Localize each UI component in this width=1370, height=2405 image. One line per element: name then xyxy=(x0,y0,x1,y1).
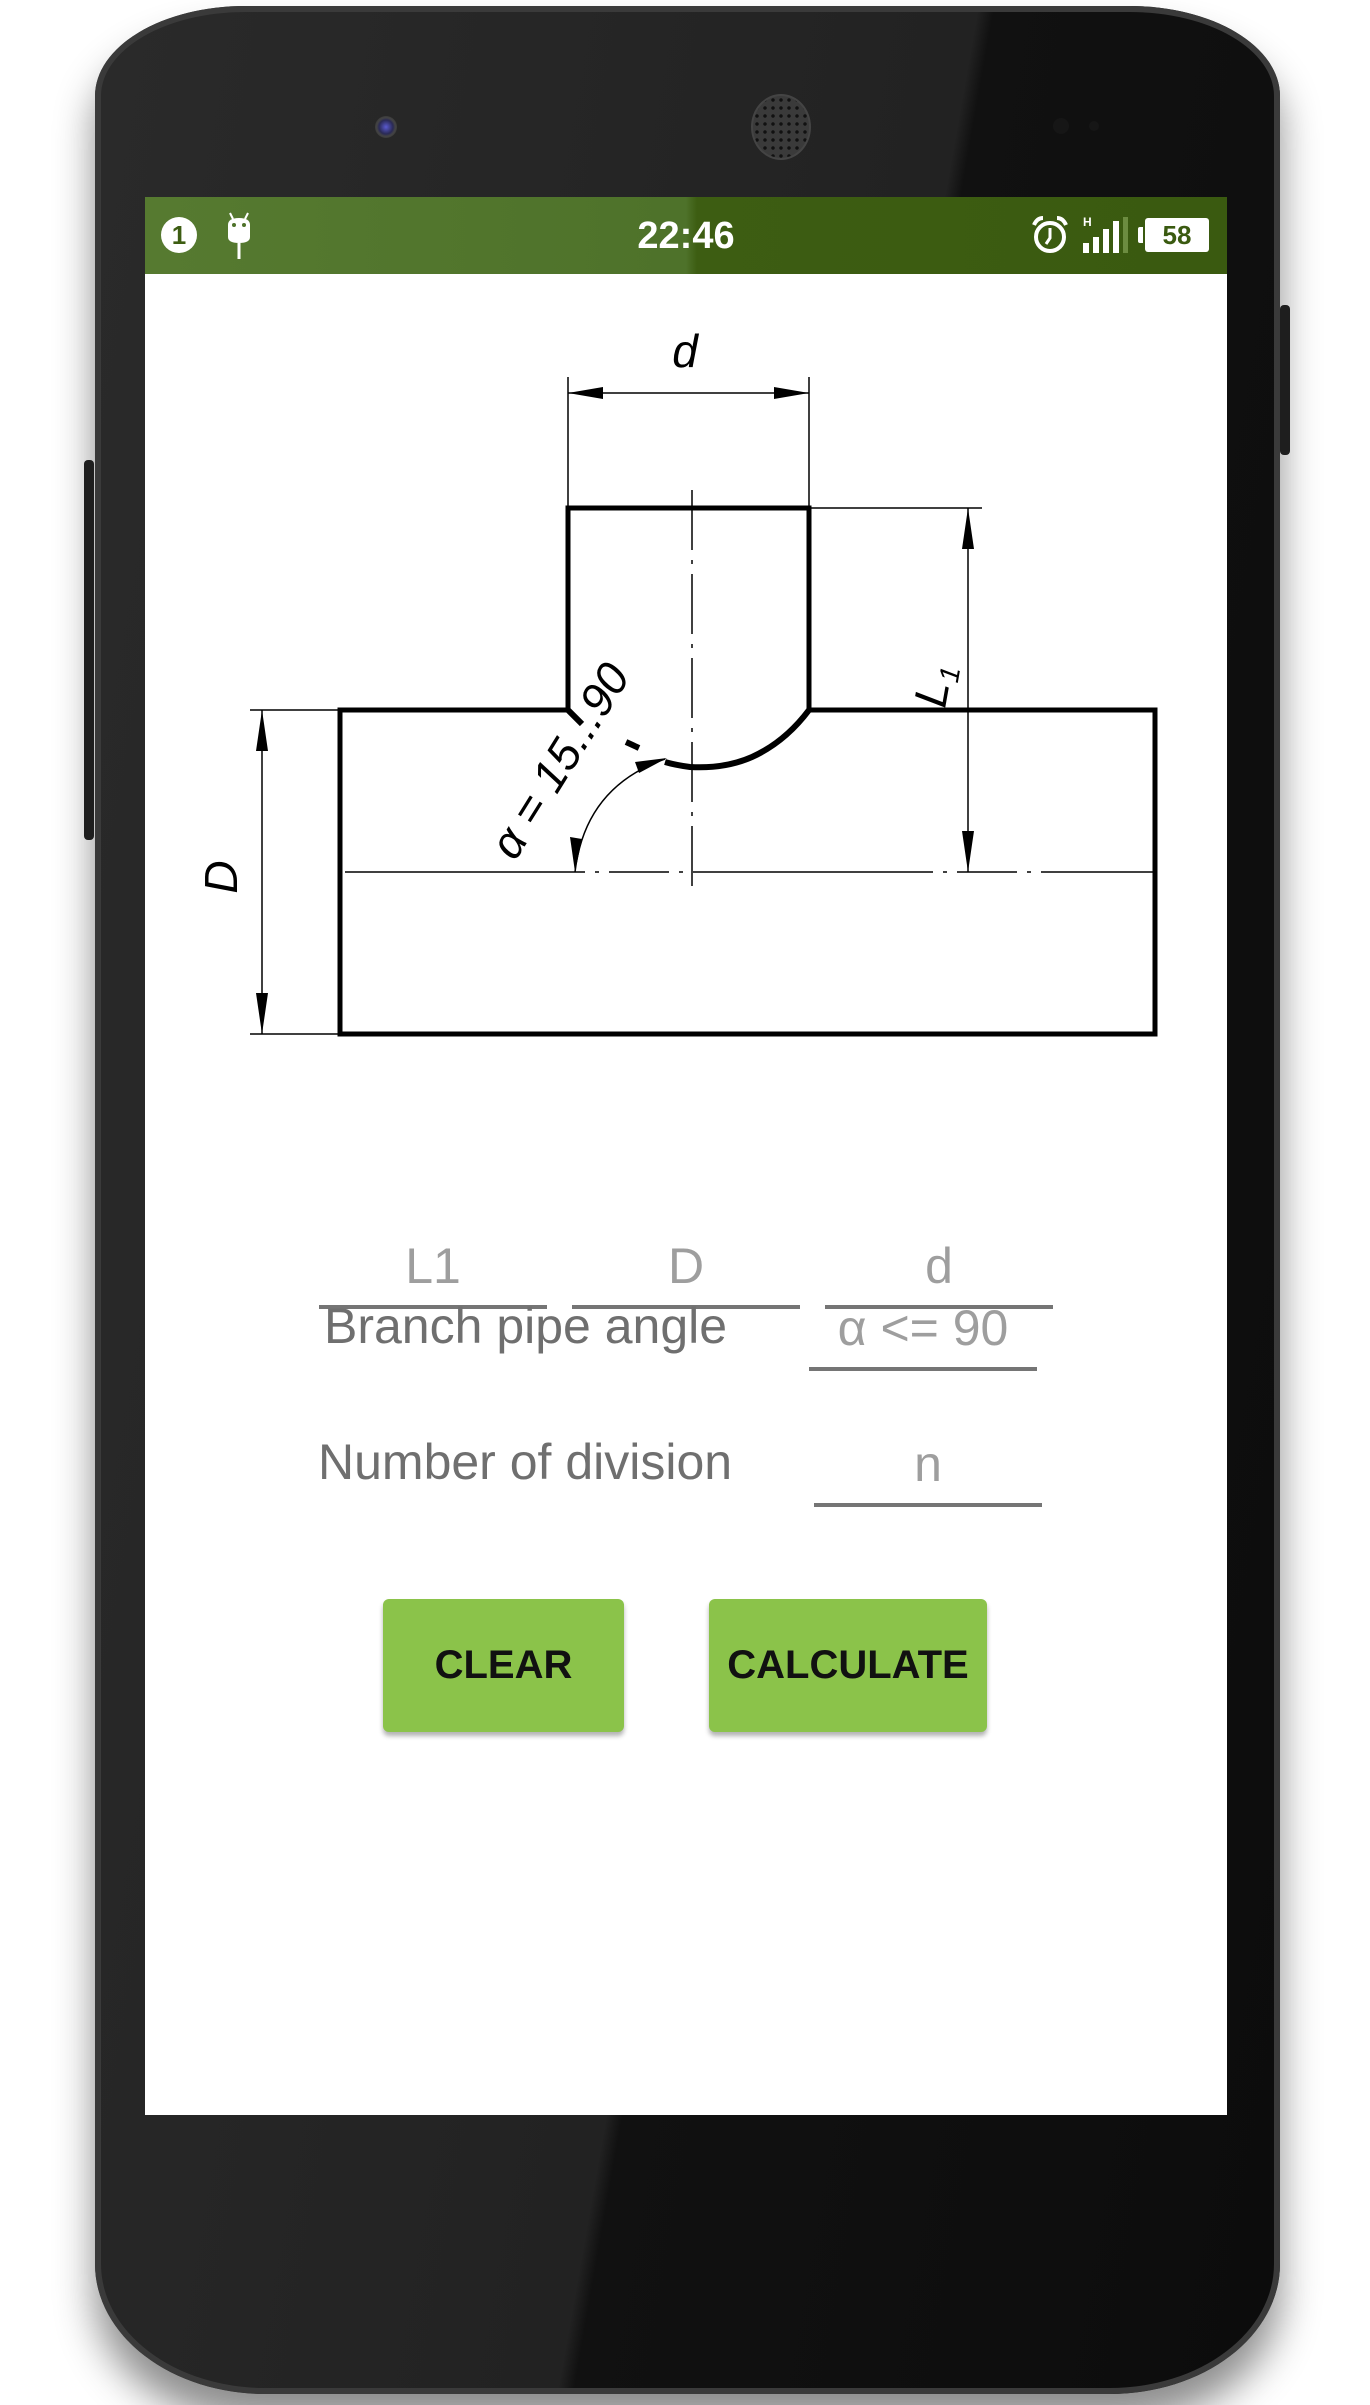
front-camera-icon xyxy=(375,116,397,138)
label-D: D xyxy=(195,860,247,893)
label-L1-subscript: 1 xyxy=(933,664,966,685)
pipe-tee-diagram: d D L 1 α = 15...90 xyxy=(195,325,1158,1037)
division-input[interactable] xyxy=(814,1435,1042,1507)
intersection-curve xyxy=(664,708,812,771)
main-pipe-outline xyxy=(337,505,1158,1037)
calculate-button[interactable]: CALCULATE xyxy=(709,1599,987,1732)
power-button[interactable] xyxy=(84,460,94,840)
light-sensor-icon xyxy=(1089,121,1099,131)
proximity-sensor-icon xyxy=(1053,118,1069,134)
angle-arc xyxy=(574,758,666,873)
angle-input[interactable] xyxy=(809,1299,1037,1371)
angle-field[interactable] xyxy=(809,1299,1037,1371)
branch-pipe-angle-label: Branch pipe angle xyxy=(324,1298,728,1354)
division-field[interactable] xyxy=(814,1435,1042,1507)
number-of-division-label: Number of division xyxy=(318,1434,733,1490)
clear-button[interactable]: CLEAR xyxy=(383,1599,624,1732)
app-screen: 1 22:46 H 58 d D L 1 α = 15...90 L1 D d … xyxy=(145,197,1227,2115)
earpiece-speaker-icon xyxy=(751,94,811,160)
label-d: d xyxy=(672,325,699,377)
label-alpha: α = 15...90 xyxy=(479,653,640,867)
volume-button[interactable] xyxy=(1280,305,1290,455)
